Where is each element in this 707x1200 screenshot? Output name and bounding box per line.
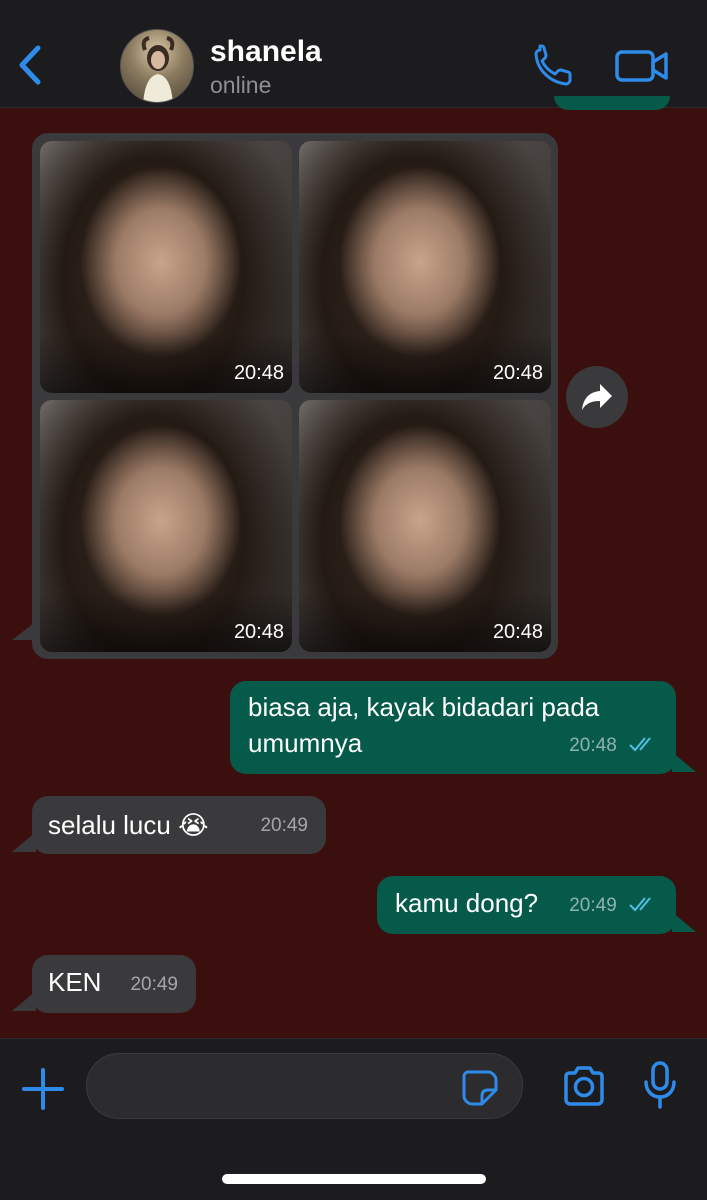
photo-thumbnail[interactable]: 20:48 bbox=[299, 141, 551, 393]
home-indicator[interactable] bbox=[222, 1174, 486, 1184]
photo-timestamp: 20:48 bbox=[233, 621, 284, 643]
chevron-left-icon bbox=[19, 45, 41, 85]
message-time: 20:49 bbox=[130, 974, 178, 995]
back-button[interactable] bbox=[14, 42, 50, 88]
camera-icon bbox=[564, 1066, 604, 1106]
photo-timestamp: 20:48 bbox=[492, 362, 543, 384]
photo-timestamp: 20:48 bbox=[233, 362, 284, 384]
video-call-button[interactable] bbox=[612, 44, 672, 88]
camera-button[interactable] bbox=[560, 1064, 608, 1108]
forward-button[interactable] bbox=[566, 366, 628, 428]
attach-button[interactable] bbox=[20, 1066, 66, 1112]
photo-thumbnail[interactable]: 20:48 bbox=[40, 141, 292, 393]
outgoing-message[interactable]: biasa aja, kayak bidadari pada umumnya 2… bbox=[230, 681, 676, 774]
avatar[interactable] bbox=[120, 29, 194, 103]
message-text: kamu dong? bbox=[395, 888, 539, 918]
message-text: selalu lucu bbox=[48, 810, 171, 840]
microphone-button[interactable] bbox=[640, 1060, 680, 1110]
contact-name[interactable]: shanela bbox=[210, 35, 322, 69]
microphone-icon bbox=[644, 1061, 676, 1109]
video-camera-icon bbox=[615, 50, 668, 82]
phone-icon bbox=[534, 44, 572, 86]
message-time: 20:48 bbox=[569, 735, 617, 756]
contact-status: online bbox=[210, 72, 272, 98]
message-text: KEN bbox=[48, 967, 102, 997]
message-meta: 20:49 bbox=[130, 963, 178, 1003]
chat-header: shanela online bbox=[0, 0, 707, 108]
crying-face-emoji: 😭 bbox=[178, 810, 209, 840]
photo-thumbnail[interactable]: 20:48 bbox=[299, 400, 551, 652]
plus-icon bbox=[22, 1068, 64, 1110]
photo-thumbnail[interactable]: 20:48 bbox=[40, 400, 292, 652]
read-receipt-icon bbox=[629, 737, 651, 752]
previous-message-bubble[interactable] bbox=[554, 96, 670, 110]
message-input[interactable] bbox=[86, 1053, 523, 1119]
message-time: 20:49 bbox=[260, 815, 308, 836]
read-receipt-icon bbox=[629, 897, 651, 912]
message-time: 20:49 bbox=[569, 895, 617, 916]
message-meta: 20:48 bbox=[569, 724, 658, 764]
incoming-message[interactable]: selalu lucu 😭 20:49 bbox=[32, 796, 326, 854]
incoming-message[interactable]: KEN 20:49 bbox=[32, 955, 196, 1013]
forward-arrow-icon bbox=[582, 384, 612, 410]
photo-timestamp: 20:48 bbox=[492, 621, 543, 643]
outgoing-message[interactable]: kamu dong? 20:49 bbox=[377, 876, 676, 934]
message-meta: 20:49 bbox=[569, 884, 658, 924]
sticker-button[interactable] bbox=[460, 1068, 500, 1108]
sticker-icon bbox=[462, 1070, 498, 1106]
voice-call-button[interactable] bbox=[528, 42, 576, 86]
message-meta: 20:49 bbox=[260, 804, 308, 844]
avatar-image bbox=[141, 36, 175, 102]
message-text-line: biasa aja, kayak bidadari pada bbox=[248, 692, 600, 722]
